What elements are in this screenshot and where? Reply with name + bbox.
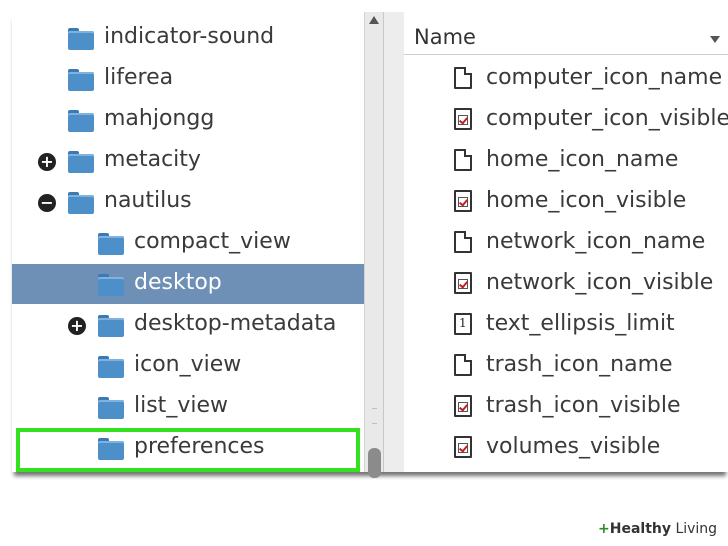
tree-item-label: metacity [104, 147, 201, 172]
scroll-up-icon[interactable] [369, 16, 379, 24]
folder-icon [68, 192, 94, 214]
key-label: network_icon_name [486, 229, 706, 254]
key-label: home_icon_name [486, 147, 679, 172]
key-label: volumes_visible [486, 434, 661, 459]
name-column-header[interactable]: Name [404, 22, 728, 55]
folder-icon [68, 110, 94, 132]
plus-icon: + [598, 521, 610, 537]
collapse-icon[interactable]: − [38, 194, 56, 212]
folder-icon [98, 274, 124, 296]
folder-icon [68, 28, 94, 50]
folder-icon [98, 397, 124, 419]
checkbox-file-icon [454, 395, 472, 417]
key-row-network-icon-name[interactable]: network_icon_name [404, 223, 728, 263]
tree-item-label: desktop-metadata [134, 311, 337, 336]
watermark: +Healthy Living [598, 521, 717, 537]
key-row-home-icon-name[interactable]: home_icon_name [404, 141, 728, 181]
tree-item-label: desktop [134, 270, 222, 295]
tree-item-label: indicator-sound [104, 24, 275, 49]
pane-grip-icon [372, 408, 377, 424]
watermark-text-1: Healthy [609, 521, 671, 537]
tree-item-label: mahjongg [104, 106, 215, 131]
tree-item-label: list_view [134, 393, 228, 418]
key-label: trash_icon_name [486, 352, 673, 377]
tree-item-compact-view[interactable]: compact_view [12, 223, 364, 263]
text-file-icon [454, 149, 472, 171]
tree-item-label: icon_view [134, 352, 242, 377]
key-row-network-icon-visible[interactable]: network_icon_visible [404, 264, 728, 304]
tree-scrollbar[interactable] [364, 12, 384, 478]
key-label: computer_icon_name [486, 65, 723, 90]
tree-item-label: compact_view [134, 229, 291, 254]
watermark-text-2: Living [675, 521, 718, 537]
key-label: trash_icon_visible [486, 393, 681, 418]
text-file-icon [454, 231, 472, 253]
tree-item-icon-view[interactable]: icon_view [12, 346, 364, 386]
folder-icon [98, 233, 124, 255]
checkbox-file-icon [454, 272, 472, 294]
key-row-trash-icon-visible[interactable]: trash_icon_visible [404, 387, 728, 427]
tree-item-label: nautilus [104, 188, 192, 213]
tree-item-liferea[interactable]: liferea [12, 59, 364, 99]
text-file-icon [454, 67, 472, 89]
key-row-trash-icon-name[interactable]: trash_icon_name [404, 346, 728, 386]
tree-item-mahjongg[interactable]: mahjongg [12, 100, 364, 140]
key-list: Name computer_icon_name computer_icon_vi… [404, 12, 728, 472]
dconf-editor-window: indicator-sound liferea mahjongg + metac… [12, 12, 728, 478]
tree-item-nautilus[interactable]: − nautilus [12, 182, 364, 222]
tree-item-indicator-sound[interactable]: indicator-sound [12, 18, 364, 58]
key-row-computer-icon-name[interactable]: computer_icon_name [404, 59, 728, 99]
folder-icon [68, 69, 94, 91]
highlight-box [16, 428, 360, 472]
checkbox-file-icon [454, 108, 472, 130]
pane-divider[interactable] [384, 12, 404, 472]
folder-icon [98, 315, 124, 337]
folder-icon [98, 356, 124, 378]
checkbox-file-icon [454, 190, 472, 212]
key-row-text-ellipsis-limit[interactable]: 1 text_ellipsis_limit [404, 305, 728, 345]
checkbox-file-icon [454, 436, 472, 458]
key-row-volumes-visible[interactable]: volumes_visible [404, 428, 728, 468]
key-row-computer-icon-visible[interactable]: computer_icon_visible [404, 100, 728, 140]
key-label: computer_icon_visible [486, 106, 728, 131]
tree-item-desktop[interactable]: desktop [12, 264, 364, 304]
schema-tree: indicator-sound liferea mahjongg + metac… [12, 12, 364, 472]
folder-icon [68, 151, 94, 173]
tree-item-label: liferea [104, 65, 174, 90]
expand-icon[interactable]: + [68, 317, 86, 335]
scrollbar-thumb[interactable] [368, 448, 381, 478]
text-file-icon [454, 354, 472, 376]
expand-icon[interactable]: + [38, 153, 56, 171]
tree-item-desktop-metadata[interactable]: + desktop-metadata [12, 305, 364, 345]
key-label: network_icon_visible [486, 270, 714, 295]
sort-down-icon[interactable] [710, 36, 720, 43]
tree-item-list-view[interactable]: list_view [12, 387, 364, 427]
key-label: home_icon_visible [486, 188, 687, 213]
column-header-label: Name [414, 25, 476, 49]
key-row-home-icon-visible[interactable]: home_icon_visible [404, 182, 728, 222]
key-label: text_ellipsis_limit [486, 311, 675, 336]
tree-item-metacity[interactable]: + metacity [12, 141, 364, 181]
integer-file-icon: 1 [454, 313, 472, 335]
